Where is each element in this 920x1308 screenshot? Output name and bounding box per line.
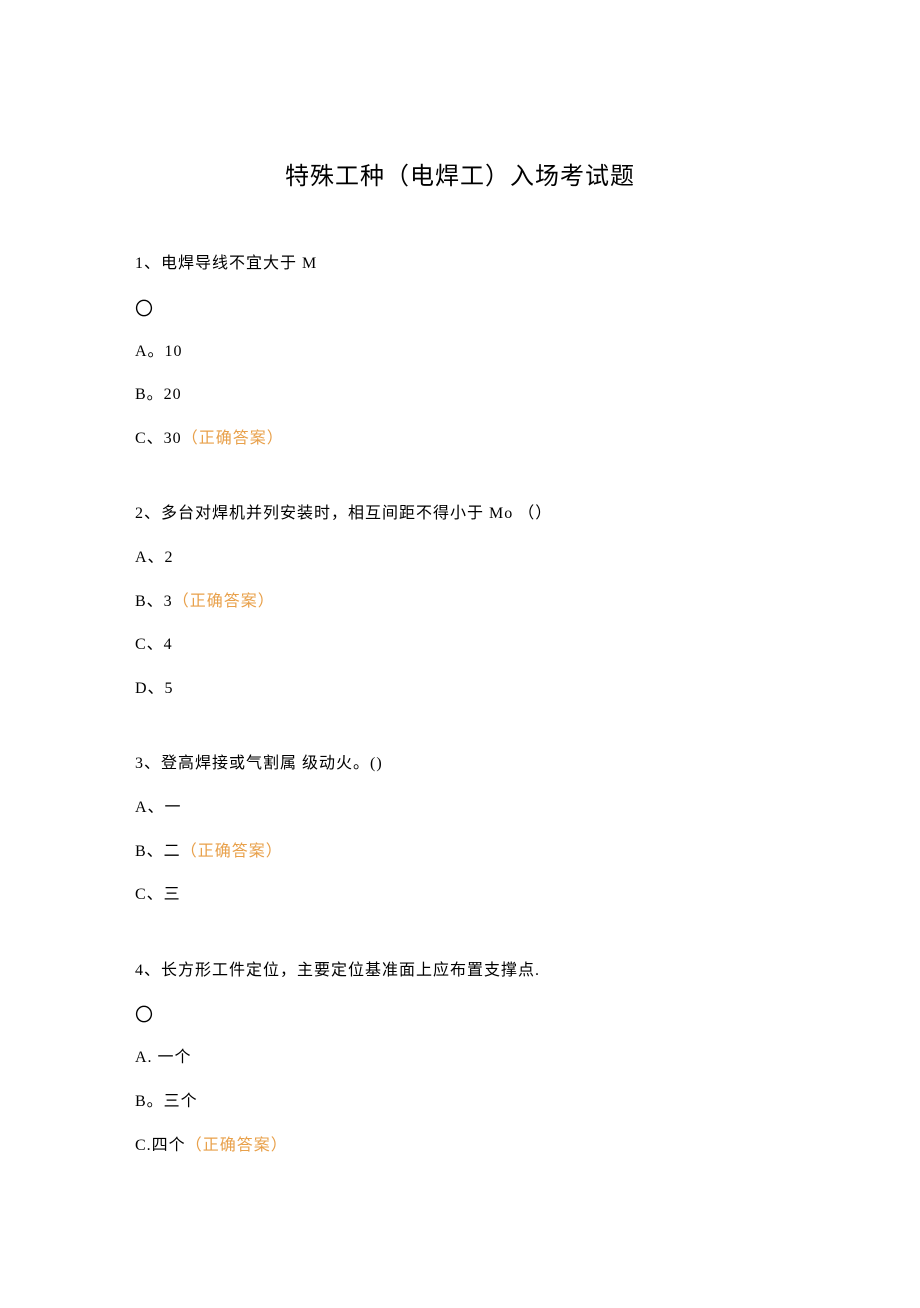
option-c-text: C、30 [135,430,182,447]
option-b-text: B、3 [135,593,173,610]
option-b-text: B、二 [135,843,181,860]
question-2: 2、多台对焊机并列安装时，相互间距不得小于 Mo （） A、2 B、3（正确答案… [135,501,785,701]
option-c: C、30（正确答案） [135,426,785,452]
option-d: D、5 [135,676,785,702]
option-b: B、二（正确答案） [135,839,785,865]
question-text: 2、多台对焊机并列安装时，相互间距不得小于 Mo （） [135,501,785,527]
correct-answer-label: （正确答案） [181,843,283,860]
option-b: B。三个 [135,1089,785,1115]
question-3: 3、登高焊接或气割属 级动火。() A、一 B、二（正确答案） C、三 [135,751,785,907]
correct-answer-label: （正确答案） [173,593,275,610]
option-c: C、三 [135,882,785,908]
option-b: B。20 [135,382,785,408]
question-mark: 〇 [135,1001,785,1027]
option-c: C、4 [135,632,785,658]
question-mark: 〇 [135,295,785,321]
page-title: 特殊工种（电焊工）入场考试题 [135,156,785,191]
question-4: 4、长方形工件定位，主要定位基准面上应布置支撑点. 〇 A. 一个 B。三个 C… [135,958,785,1158]
option-a: A. 一个 [135,1045,785,1071]
correct-answer-label: （正确答案） [182,430,284,447]
question-1: 1、电焊导线不宜大于 M 〇 A。10 B。20 C、30（正确答案） [135,251,785,451]
question-text: 3、登高焊接或气割属 级动火。() [135,751,785,777]
option-a: A、一 [135,795,785,821]
question-text: 4、长方形工件定位，主要定位基准面上应布置支撑点. [135,958,785,984]
correct-answer-label: （正确答案） [186,1137,288,1154]
option-b: B、3（正确答案） [135,589,785,615]
option-c: C.四个（正确答案） [135,1133,785,1159]
exam-page: 特殊工种（电焊工）入场考试题 1、电焊导线不宜大于 M 〇 A。10 B。20 … [0,0,920,1308]
question-text: 1、电焊导线不宜大于 M [135,251,785,277]
option-c-text: C.四个 [135,1137,186,1154]
option-a: A。10 [135,339,785,365]
option-a: A、2 [135,545,785,571]
